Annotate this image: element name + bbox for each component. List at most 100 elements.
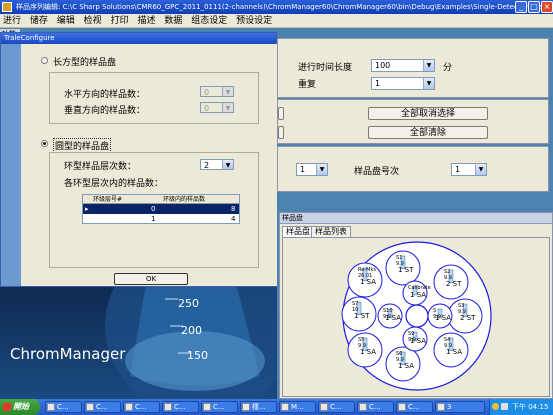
- circle-tray-label[interactable]: 圆型的样品盘: [53, 138, 112, 153]
- slot-type: 1 SA: [410, 291, 426, 299]
- slot-type: 1 SA: [446, 348, 462, 356]
- taskbar-item-label: C...: [96, 403, 108, 411]
- tray-slot[interactable]: S29.92 ST: [433, 264, 469, 300]
- menu-item-print[interactable]: 打印: [108, 14, 132, 28]
- slot-type: 2 ST: [446, 280, 462, 288]
- tray-network-icon[interactable]: [492, 403, 499, 410]
- taskbar-item[interactable]: C...: [396, 401, 433, 413]
- tray-slot[interactable]: S39.92 ST: [447, 298, 483, 334]
- taskbar-item[interactable]: M...: [279, 401, 316, 413]
- taskbar-item[interactable]: C...: [45, 401, 82, 413]
- dialog-title: TraleConfigure: [1, 33, 276, 44]
- deselect-all-button[interactable]: 全部取消选择: [368, 107, 488, 120]
- tray-diagram: S19.91 ST S29.92 STS39.92 STS49.91 SA S59.…: [341, 241, 492, 391]
- vertical-count-combo[interactable]: 0 ▼: [200, 102, 234, 113]
- tray-slot[interactable]: S19.91 ST: [385, 250, 421, 286]
- horizontal-count-combo[interactable]: 0 ▼: [200, 86, 234, 97]
- tray-slot[interactable]: S59.91 SA: [347, 332, 383, 368]
- taskbar-item[interactable]: C...: [162, 401, 199, 413]
- menu-item-view[interactable]: 检视: [81, 14, 105, 28]
- taskbar-item[interactable]: C...: [84, 401, 121, 413]
- repeat-combo[interactable]: 1 ▼: [371, 77, 435, 90]
- slot-type: 1 SA: [385, 314, 401, 322]
- start-button[interactable]: 開始: [0, 399, 40, 415]
- tab-tray[interactable]: 样品盘: [282, 226, 314, 237]
- tray-slot[interactable]: S49.91 SA: [433, 332, 469, 368]
- row-pointer-icon: ▸: [85, 205, 89, 213]
- tray-slot[interactable]: S99.91 SA: [402, 326, 428, 352]
- ring-count-combo[interactable]: 2 ▼: [200, 159, 234, 170]
- position-combo[interactable]: 1 ▼: [296, 163, 328, 176]
- taskbar-item-label: C...: [330, 403, 342, 411]
- system-tray: 下午 04:15: [489, 399, 553, 415]
- clock: 下午 04:15: [512, 403, 549, 411]
- ring-count-value: 2: [204, 161, 210, 170]
- per-ring-label: 各环型层次内的样品数：: [64, 179, 164, 189]
- rect-tray-label[interactable]: 长方型的样品盘: [53, 55, 116, 68]
- taskbar-item[interactable]: 3: [435, 401, 485, 413]
- ok-button[interactable]: OK: [114, 273, 188, 285]
- close-button[interactable]: ×: [541, 1, 553, 13]
- dialog-body: 长方型的样品盘 水平方向的样品数： 0 ▼ 垂直方向的样品数： 0 ▼ 圆型的样…: [21, 44, 277, 286]
- ring-grid[interactable]: 环级层号# 环级内的样品数 ▸ 0 8 1 4: [82, 194, 240, 224]
- clear-all-button[interactable]: 全部清除: [368, 126, 488, 139]
- tray-canvas: S1 9.9 1 ST S2 9.9 2 ST S3 9.9 2 ST S4 9.9 1 SA S5 9.…: [282, 237, 550, 397]
- taskbar-item[interactable]: C...: [201, 401, 238, 413]
- vertical-count-label: 垂直方向的样品数：: [64, 106, 146, 116]
- menu-item-data[interactable]: 数据: [161, 14, 185, 28]
- tray-slot[interactable]: S9.91 SA: [427, 303, 453, 329]
- taskbar-item[interactable]: C...: [318, 401, 355, 413]
- repeat-label: 重复: [298, 80, 317, 90]
- slot-type: 1 ST: [398, 266, 414, 274]
- slot-type: 1 SA: [360, 278, 376, 286]
- tab-sample-list[interactable]: 样品列表: [311, 226, 351, 237]
- table-row[interactable]: ▸ 0 8: [83, 204, 239, 214]
- app-icon: [203, 403, 211, 411]
- menu-item-defaults[interactable]: 预设设定: [233, 14, 275, 28]
- taskbar-item-label: C...: [213, 403, 225, 411]
- tray-number-value: 1: [455, 165, 461, 174]
- ring-count-label: 环型样品层次数：: [64, 162, 137, 172]
- tray-slot[interactable]: S7101 ST: [341, 296, 377, 332]
- slot-type: 1 SA: [435, 314, 451, 322]
- tray-volume-icon[interactable]: [501, 403, 508, 410]
- taskbar-item[interactable]: C...: [123, 401, 160, 413]
- hidden-button-1[interactable]: [278, 107, 284, 120]
- minimize-button[interactable]: _: [515, 1, 527, 13]
- menu-item-describe[interactable]: 描述: [134, 14, 158, 28]
- taskbar-item[interactable]: 樣...: [240, 401, 277, 413]
- hidden-button-2[interactable]: [278, 126, 284, 139]
- tray-slot[interactable]: Re-Mks26.011 SA: [347, 262, 383, 298]
- circle-tray-radio[interactable]: [41, 140, 48, 147]
- scale-mark-250: 250: [178, 297, 199, 310]
- taskbar-item[interactable]: C...: [357, 401, 394, 413]
- taskbar-item-label: C...: [174, 403, 186, 411]
- tray-panel: 样品盘 样品盘 样品列表 S1 9.9 1 ST S2 9.9 2 ST S3 9.9 2 ST…: [279, 212, 553, 399]
- menu-bar: 进行 储存 编辑 检视 打印 描述 数据 组态设定 预设设定: [0, 14, 553, 28]
- rect-tray-radio[interactable]: [41, 57, 48, 64]
- table-row[interactable]: 1 4: [83, 214, 239, 224]
- grid-cell: 0: [151, 205, 156, 213]
- divider-strip: [277, 192, 553, 212]
- app-icon: [86, 403, 94, 411]
- taskbar: 開始 C... C... C... C... C... 樣... M... C... C... C…: [0, 399, 553, 415]
- taskbar-item-label: C...: [369, 403, 381, 411]
- maximize-button[interactable]: □: [528, 1, 540, 13]
- menu-item-run[interactable]: 进行: [0, 14, 24, 28]
- run-length-combo[interactable]: 100 ▼: [371, 59, 435, 72]
- tray-slot[interactable]: S69.91 SA: [385, 346, 421, 382]
- repeat-value: 1: [375, 79, 381, 88]
- horizontal-count-value: 0: [204, 88, 210, 97]
- tray-slot[interactable]: S109.91 SA: [377, 303, 403, 329]
- tray-center-hub: [405, 304, 429, 328]
- selection-group: 全部取消选择 全部清除: [277, 99, 549, 144]
- app-icon: [125, 403, 133, 411]
- menu-item-config[interactable]: 组态设定: [188, 14, 230, 28]
- circle-group-box: 环型样品层次数： 2 ▼ 各环型层次内的样品数： 环级层号# 环级内的样品数 ▸…: [49, 152, 259, 268]
- vertical-count-value: 0: [204, 104, 210, 113]
- menu-item-save[interactable]: 储存: [27, 14, 51, 28]
- taskbar-item-label: C...: [135, 403, 147, 411]
- menu-item-edit[interactable]: 编辑: [54, 14, 78, 28]
- app-icon: [47, 403, 55, 411]
- tray-number-combo[interactable]: 1 ▼: [451, 163, 487, 176]
